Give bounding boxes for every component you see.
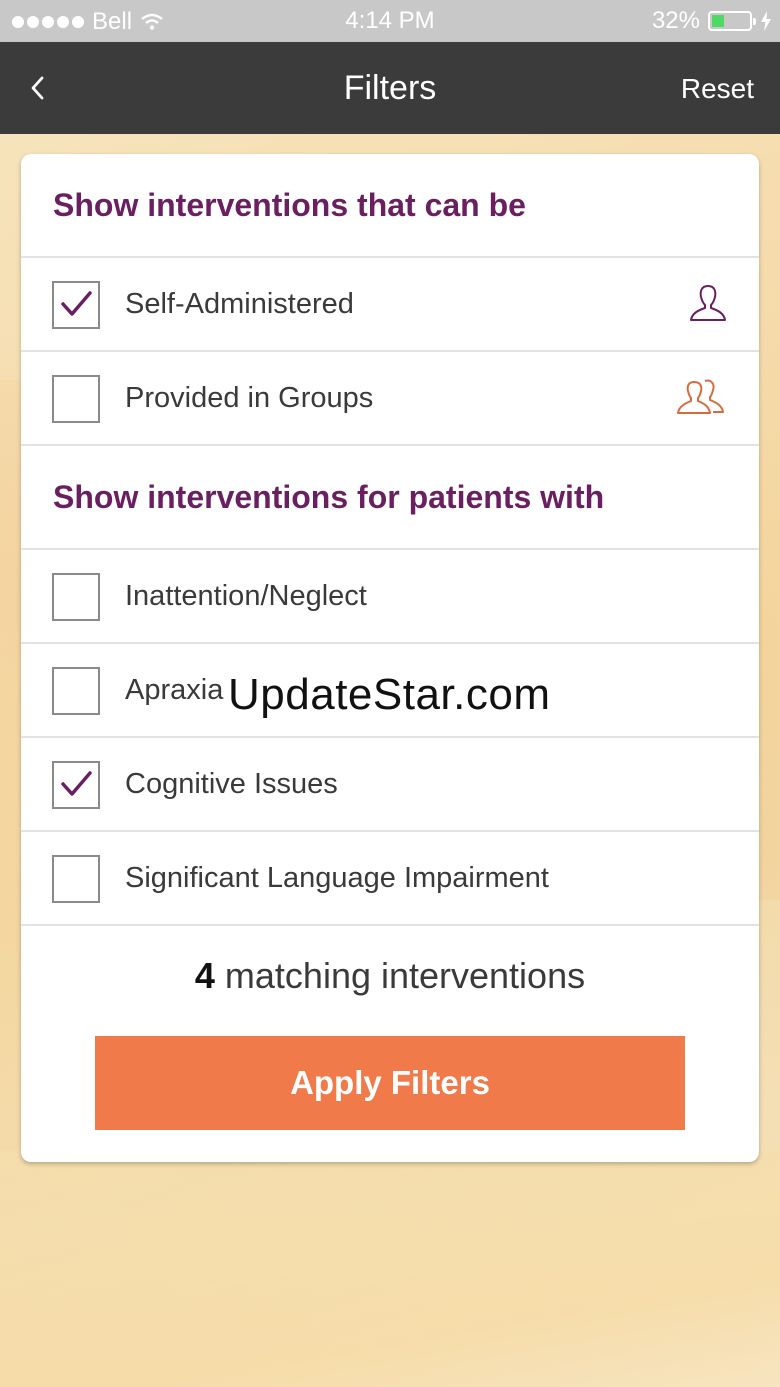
inattention-checkbox[interactable] (52, 573, 100, 621)
section-heading-patients: Show interventions for patients with (21, 446, 759, 550)
nav-bar: Filters Reset (0, 42, 780, 134)
filter-row-language[interactable]: Significant Language Impairment (21, 832, 759, 926)
apraxia-checkbox[interactable] (52, 667, 100, 715)
apply-filters-button[interactable]: Apply Filters (95, 1036, 685, 1130)
cognitive-checkbox[interactable] (52, 761, 100, 809)
count-number: 4 (194, 955, 215, 996)
battery-percent: 32% (651, 7, 700, 34)
person-icon (690, 285, 726, 321)
background-shape (0, 1150, 780, 1387)
reset-button[interactable]: Reset (681, 73, 754, 105)
battery-icon (708, 11, 756, 31)
filter-label: Inattention/Neglect (125, 580, 367, 612)
group-icon (677, 379, 724, 414)
matching-count: 4 matching interventions (21, 926, 759, 1026)
watermark: UpdateStar.com (228, 670, 551, 719)
filter-row-groups[interactable]: Provided in Groups (21, 352, 759, 446)
filters-card: Show interventions that can be Self-Admi… (21, 154, 759, 1162)
checkmark-icon (61, 771, 92, 796)
status-bar: Bell 4:14 PM 32% (0, 0, 780, 42)
section-heading-can-be: Show interventions that can be (21, 154, 759, 258)
self-administered-checkbox[interactable] (52, 281, 100, 329)
filter-label: Cognitive Issues (125, 768, 338, 800)
filter-label: Significant Language Impairment (125, 862, 549, 894)
checkmark-icon (61, 291, 92, 316)
groups-checkbox[interactable] (52, 375, 100, 423)
count-suffix: matching interventions (224, 955, 586, 996)
filter-label: Apraxia (125, 674, 224, 706)
filter-row-self-administered[interactable]: Self-Administered (21, 258, 759, 352)
filter-label: Provided in Groups (125, 382, 374, 414)
filter-row-cognitive[interactable]: Cognitive Issues (21, 738, 759, 832)
charging-bolt-icon (761, 11, 771, 31)
filter-label: Self-Administered (125, 288, 354, 320)
page-title: Filters (343, 69, 437, 107)
filter-row-inattention[interactable]: Inattention/Neglect (21, 550, 759, 644)
language-checkbox[interactable] (52, 855, 100, 903)
